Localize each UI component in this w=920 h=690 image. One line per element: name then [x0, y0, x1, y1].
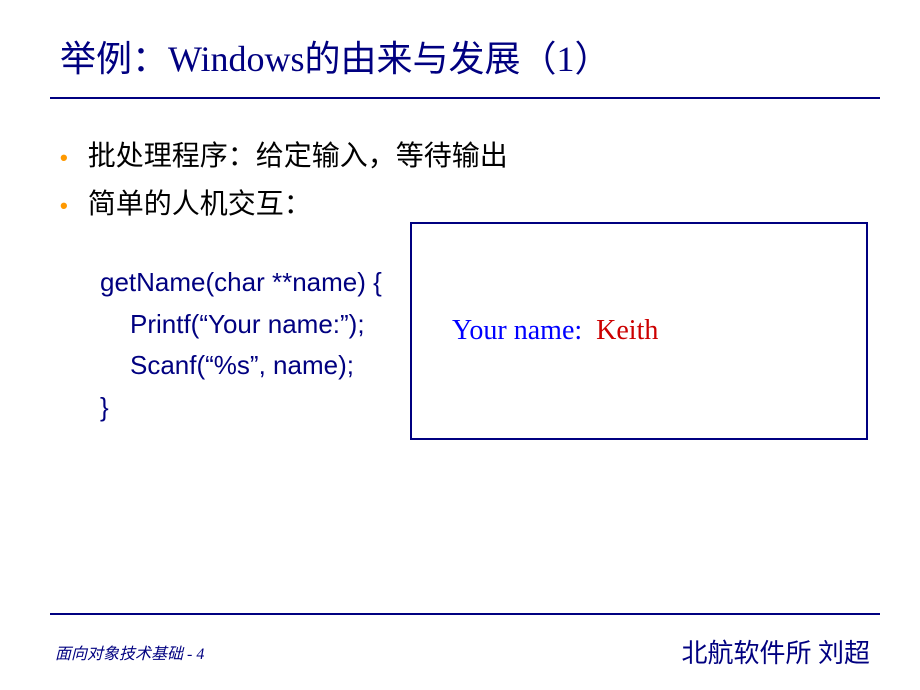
list-item: • 简单的人机交互：	[60, 182, 920, 222]
bullet-list: • 批处理程序：给定输入，等待输出 • 简单的人机交互：	[60, 134, 920, 222]
output-label: Your name:	[452, 315, 582, 347]
footer-right-text: 北航软件所 刘超	[681, 633, 870, 670]
slide-title: 举例：Windows的由来与发展（1）	[0, 0, 920, 97]
footer-content: 面向对象技术基础 - 4 北航软件所 刘超	[0, 615, 920, 670]
bullet-icon: •	[60, 145, 68, 171]
list-item: • 批处理程序：给定输入，等待输出	[60, 134, 920, 174]
output-value: Keith	[596, 315, 658, 347]
output-box: Your name: Keith	[410, 222, 868, 440]
footer: 面向对象技术基础 - 4 北航软件所 刘超	[0, 613, 920, 670]
bullet-icon: •	[60, 193, 68, 219]
footer-left-text: 面向对象技术基础 - 4	[55, 640, 204, 664]
bullet-text: 批处理程序：给定输入，等待输出	[88, 134, 508, 174]
bullet-text: 简单的人机交互：	[88, 182, 312, 222]
